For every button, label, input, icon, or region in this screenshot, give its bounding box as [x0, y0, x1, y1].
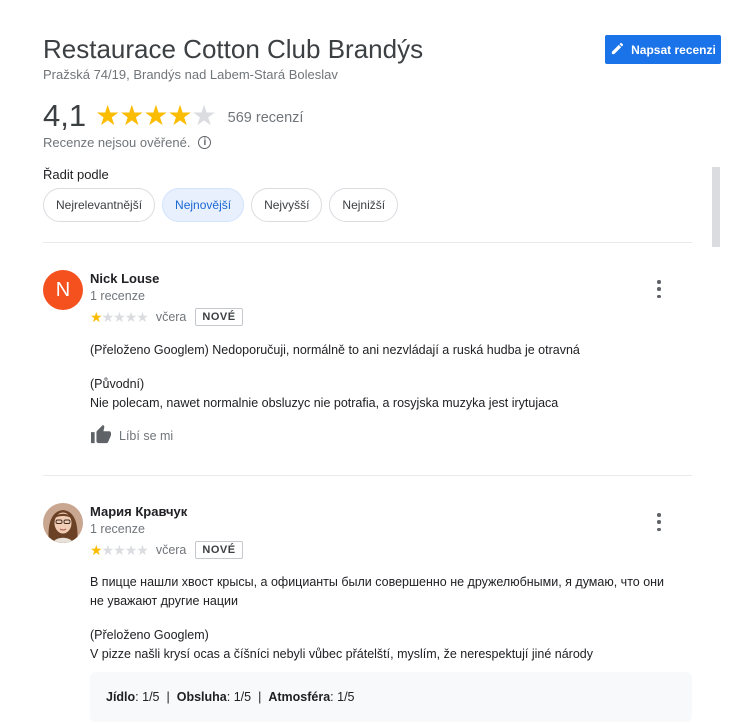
unverified-text: Recenze nejsou ověřené. [43, 135, 191, 150]
review-date: včera [155, 543, 187, 557]
more-options-icon[interactable] [653, 280, 665, 298]
avatar[interactable] [43, 503, 83, 543]
review-translated-text: (Přeloženo Googlem) Nedoporučuji, normál… [90, 343, 580, 357]
write-review-button[interactable]: Napsat recenzi [605, 35, 721, 64]
review-text-line-2: не уважают другие нации [90, 594, 238, 608]
unverified-note: Recenze nejsou ověřené. i [43, 135, 212, 150]
divider [43, 242, 692, 243]
reviewer-name[interactable]: Nick Louse [90, 271, 159, 286]
star-icon: ★ [167, 100, 192, 131]
sort-chip-newest[interactable]: Nejnovější [162, 188, 245, 222]
review-meta: ★ ★ ★ ★ ★ včera NOVÉ [90, 308, 243, 326]
rating-summary: 4,1 ★ ★ ★ ★ ★ 569 recenzí [43, 98, 303, 134]
attribute-separator: | [258, 690, 262, 704]
place-address: Pražská 74/19, Brandýs nad Labem-Stará B… [43, 67, 338, 82]
review-original-label: (Původní) [90, 377, 145, 391]
star-icon: ★ [90, 542, 103, 558]
avatar[interactable]: N [43, 270, 83, 310]
review-count[interactable]: 569 recenzí [228, 110, 304, 126]
reviewer-review-count: 1 recenze [90, 522, 145, 536]
star-empty-icon: ★ [101, 542, 115, 558]
review-attributes: Jídlo: 1/5 | Obsluha: 1/5 | Atmosféra: 1… [90, 672, 692, 722]
thumbs-up-icon [90, 424, 112, 447]
sort-chip-relevant[interactable]: Nejrelevantnější [43, 188, 156, 222]
review-card: N Nick Louse 1 recenze ★ ★ ★ ★ ★ včera N… [43, 270, 692, 460]
attribute-separator: | [166, 690, 170, 704]
review-stars: ★ ★ ★ ★ ★ [90, 309, 149, 325]
star-icon: ★ [143, 100, 168, 131]
star-empty-icon: ★ [191, 100, 217, 131]
avatar-photo [43, 503, 83, 543]
attribute-label-food: Jídlo [106, 690, 136, 704]
star-empty-icon: ★ [101, 309, 115, 325]
new-badge: NOVÉ [195, 541, 243, 559]
rating-stars: ★ ★ ★ ★ ★ [95, 100, 217, 131]
star-empty-icon: ★ [136, 542, 149, 558]
divider [43, 475, 692, 476]
review-card: Мария Кравчук 1 recenze ★ ★ ★ ★ ★ včera … [43, 503, 692, 723]
star-empty-icon: ★ [113, 309, 126, 325]
place-title: Restaurace Cotton Club Brandýs [43, 34, 424, 64]
review-stars: ★ ★ ★ ★ ★ [90, 542, 149, 558]
sort-chip-lowest[interactable]: Nejnižší [329, 188, 399, 222]
sort-label: Řadit podle [43, 167, 109, 182]
review-translated-text: V pizze našli krysí ocas a číšníci nebyl… [90, 647, 593, 661]
review-meta: ★ ★ ★ ★ ★ včera NOVÉ [90, 541, 243, 559]
info-icon[interactable]: i [198, 136, 212, 149]
reviewer-name[interactable]: Мария Кравчук [90, 504, 187, 519]
attribute-value-service: : 1/5 [226, 690, 252, 704]
attribute-label-service: Obsluha [176, 690, 227, 704]
star-icon: ★ [95, 100, 120, 131]
new-badge: NOVÉ [195, 308, 243, 326]
scrollbar-thumb[interactable] [712, 167, 720, 247]
star-empty-icon: ★ [124, 309, 138, 325]
pencil-icon [610, 41, 625, 59]
star-empty-icon: ★ [113, 542, 126, 558]
review-text-line-1: В пицце нашли хвост крысы, а официанты б… [90, 575, 665, 589]
attribute-value-food: : 1/5 [135, 690, 160, 704]
review-date: včera [155, 310, 187, 324]
star-icon: ★ [119, 100, 144, 131]
review-translated-label: (Přeloženo Googlem) [90, 628, 209, 642]
reviewer-review-count: 1 recenze [90, 289, 145, 303]
star-icon: ★ [90, 309, 103, 325]
more-options-icon[interactable] [653, 513, 665, 531]
attribute-label-atmosphere: Atmosféra [268, 690, 331, 704]
star-empty-icon: ★ [124, 542, 138, 558]
sort-chip-highest[interactable]: Nejvyšší [251, 188, 323, 222]
review-original-text: Nie polecam, nawet normalnie obsluzyc ni… [90, 396, 559, 410]
like-label: Líbí se mi [119, 428, 174, 443]
like-button[interactable]: Líbí se mi [90, 424, 173, 447]
rating-value: 4,1 [43, 98, 87, 133]
star-empty-icon: ★ [136, 309, 149, 325]
sort-chips: Nejrelevantnější Nejnovější Nejvyšší Nej… [43, 188, 399, 222]
write-review-label: Napsat recenzi [631, 42, 716, 57]
attribute-value-atmosphere: : 1/5 [330, 690, 355, 704]
